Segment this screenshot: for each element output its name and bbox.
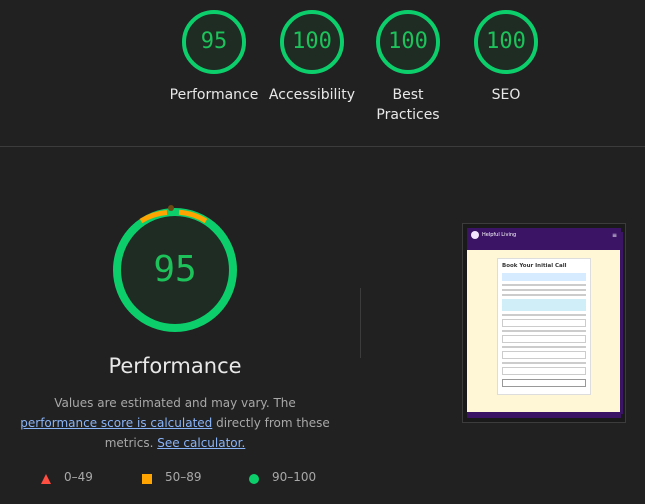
legend-label: 50–89 — [165, 470, 202, 484]
gauge-performance[interactable]: 95 Performance — [164, 9, 264, 105]
text-line — [502, 314, 586, 316]
text-line — [502, 294, 586, 296]
gauge-score: 100 — [388, 29, 428, 54]
gauge-ring: 100 — [375, 9, 441, 75]
section-divider — [0, 146, 645, 147]
form-field — [502, 367, 586, 375]
performance-note: Values are estimated and may vary. The p… — [20, 393, 330, 453]
info-alert — [502, 299, 586, 311]
circle-icon — [249, 474, 259, 484]
gauge-score: 95 — [200, 29, 228, 54]
gauge-best-practices[interactable]: 100 Best Practices — [358, 9, 458, 125]
card-banner — [502, 273, 586, 281]
gauge-ring: 100 — [473, 9, 539, 75]
performance-title: Performance — [108, 354, 242, 378]
text-line — [502, 346, 586, 348]
gauge-label: SEO — [491, 87, 521, 103]
text-line — [502, 289, 586, 291]
calculator-link[interactable]: See calculator. — [157, 436, 245, 450]
vertical-separator — [360, 288, 361, 358]
triangle-icon — [41, 474, 51, 484]
gauge-ring: 100 — [279, 9, 345, 75]
screenshot-scrollbar — [620, 232, 623, 414]
gauge-label: Best Practices — [376, 87, 440, 123]
text-line — [502, 330, 586, 332]
form-field — [502, 319, 586, 327]
submit-button — [502, 379, 586, 387]
site-subheader — [467, 242, 621, 250]
square-icon — [142, 474, 152, 484]
legend-label: 0–49 — [64, 470, 93, 484]
gauge-accessibility[interactable]: 100 Accessibility — [262, 9, 362, 105]
site-header: Helpful Living ≡ — [467, 228, 621, 242]
gauge-score: 100 — [292, 29, 332, 54]
form-field — [502, 335, 586, 343]
performance-score-link[interactable]: performance score is calculated — [20, 416, 212, 430]
gauge-label: Performance — [169, 87, 259, 103]
site-footer — [467, 412, 621, 418]
gauge-seo[interactable]: 100 SEO — [456, 9, 556, 105]
final-screenshot[interactable]: Helpful Living ≡ Book Your Initial Call — [462, 223, 626, 423]
card-title: Book Your Initial Call — [502, 263, 567, 269]
performance-score: 95 — [153, 249, 197, 290]
gauge-score: 100 — [486, 29, 526, 54]
form-field — [502, 351, 586, 359]
text-line — [502, 284, 586, 286]
legend-label: 90–100 — [272, 470, 317, 484]
category-gauges: 95 Performance 100 Accessibility 100 Bes… — [0, 0, 645, 146]
text-line — [502, 362, 586, 364]
hamburger-icon: ≡ — [611, 231, 617, 239]
note-text: Values are estimated and may vary. The — [54, 396, 296, 410]
booking-card: Book Your Initial Call — [497, 258, 591, 395]
site-brand: Helpful Living — [482, 232, 517, 238]
screenshot-thumbnail: Helpful Living ≡ Book Your Initial Call — [467, 228, 621, 418]
gauge-ring: 95 — [181, 9, 247, 75]
gauge-label: Accessibility — [268, 87, 356, 103]
heart-logo-icon — [471, 231, 479, 239]
performance-gauge: 95 — [109, 204, 241, 336]
